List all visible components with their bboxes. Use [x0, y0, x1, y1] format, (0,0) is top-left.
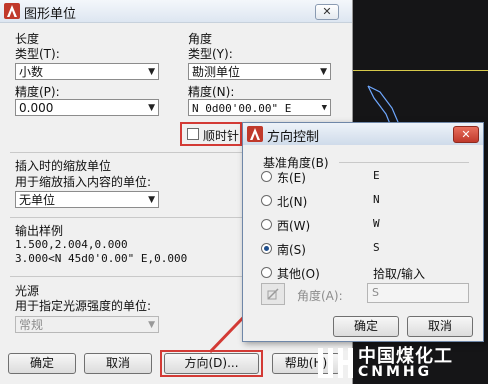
length-precision-select[interactable]: 0.000 ▼: [15, 99, 159, 116]
chevron-down-icon: ▼: [148, 195, 155, 205]
angle-input[interactable]: S: [367, 283, 469, 303]
clockwise-checkbox[interactable]: [187, 128, 199, 140]
autocad-app-icon: [4, 3, 20, 19]
autocad-app-icon: [247, 126, 263, 142]
length-precision-label: 精度(P):: [15, 85, 60, 99]
close-button[interactable]: ✕: [453, 126, 479, 143]
close-button[interactable]: ✕: [315, 4, 339, 20]
chevron-down-icon: ▼: [148, 67, 155, 77]
chevron-down-icon: ▼: [148, 320, 155, 330]
option-north-value: N: [373, 193, 380, 206]
angle-type-select[interactable]: 勘测单位 ▼: [188, 63, 331, 80]
angle-label: 角度(A):: [297, 289, 343, 303]
light-desc-label: 用于指定光源强度的单位:: [15, 299, 152, 313]
radio-west[interactable]: [261, 219, 272, 230]
dialog-title: 方向控制: [267, 130, 320, 145]
radio-south[interactable]: [261, 243, 272, 254]
angle-precision-label: 精度(N):: [188, 85, 235, 99]
direction-control-dialog: 方向控制 ✕ 基准角度(B) 东(E) E 北(N) N 西(W) W 南(S)…: [242, 122, 484, 342]
angle-precision-value: N 0d00'00.00" E: [192, 102, 292, 115]
cancel-button[interactable]: 取消: [407, 316, 473, 337]
light-units-value: 常规: [19, 318, 44, 332]
option-south-label: 南(S): [277, 243, 306, 257]
insert-desc-label: 用于缩放插入内容的单位:: [15, 175, 152, 189]
chevron-down-icon: ▼: [148, 103, 155, 113]
divider: [10, 276, 242, 277]
insert-group-label: 插入时的缩放单位: [15, 159, 112, 173]
cad-yellow-line: [350, 70, 488, 71]
option-north-label: 北(N): [277, 195, 308, 209]
light-units-select[interactable]: 常规 ▼: [15, 316, 159, 333]
option-other-label: 其他(O): [277, 267, 320, 281]
insert-units-select[interactable]: 无单位 ▼: [15, 191, 159, 208]
radio-north[interactable]: [261, 195, 272, 206]
option-west-value: W: [373, 217, 380, 230]
option-east-value: E: [373, 169, 380, 182]
watermark-text-en: CNMHG: [358, 364, 433, 380]
sample-line-1: 1.500,2.004,0.000: [15, 238, 128, 251]
option-other-value: 拾取/输入: [373, 267, 426, 281]
dialog-title: 图形单位: [24, 7, 77, 22]
length-type-label: 类型(T):: [15, 47, 60, 61]
ok-button[interactable]: 确定: [8, 353, 76, 374]
chevron-down-icon: ▼: [321, 103, 327, 113]
sample-group-label: 输出样例: [15, 224, 64, 238]
angle-type-value: 勘测单位: [192, 65, 241, 79]
radio-east[interactable]: [261, 171, 272, 182]
angle-type-label: 类型(Y):: [188, 47, 233, 61]
length-type-select[interactable]: 小数 ▼: [15, 63, 159, 80]
option-west-label: 西(W): [277, 219, 311, 233]
radio-other[interactable]: [261, 267, 272, 278]
chevron-down-icon: ▼: [320, 67, 327, 77]
option-east-label: 东(E): [277, 171, 306, 185]
insert-units-value: 无单位: [19, 193, 56, 207]
watermark-logo: [318, 348, 353, 378]
divider: [339, 162, 469, 163]
clockwise-label: 顺时针: [203, 129, 240, 143]
sample-line-2: 3.000<N 45d0'0.00" E,0.000: [15, 252, 188, 265]
length-precision-value: 0.000: [19, 101, 54, 115]
option-south-value: S: [373, 241, 380, 254]
length-type-value: 小数: [19, 65, 44, 79]
pick-angle-icon: [267, 288, 279, 300]
pick-angle-button[interactable]: [261, 283, 285, 305]
angle-precision-select[interactable]: N 0d00'00.00" E ▼: [188, 99, 331, 116]
divider: [10, 217, 242, 218]
ok-button[interactable]: 确定: [333, 316, 399, 337]
cancel-button[interactable]: 取消: [84, 353, 152, 374]
